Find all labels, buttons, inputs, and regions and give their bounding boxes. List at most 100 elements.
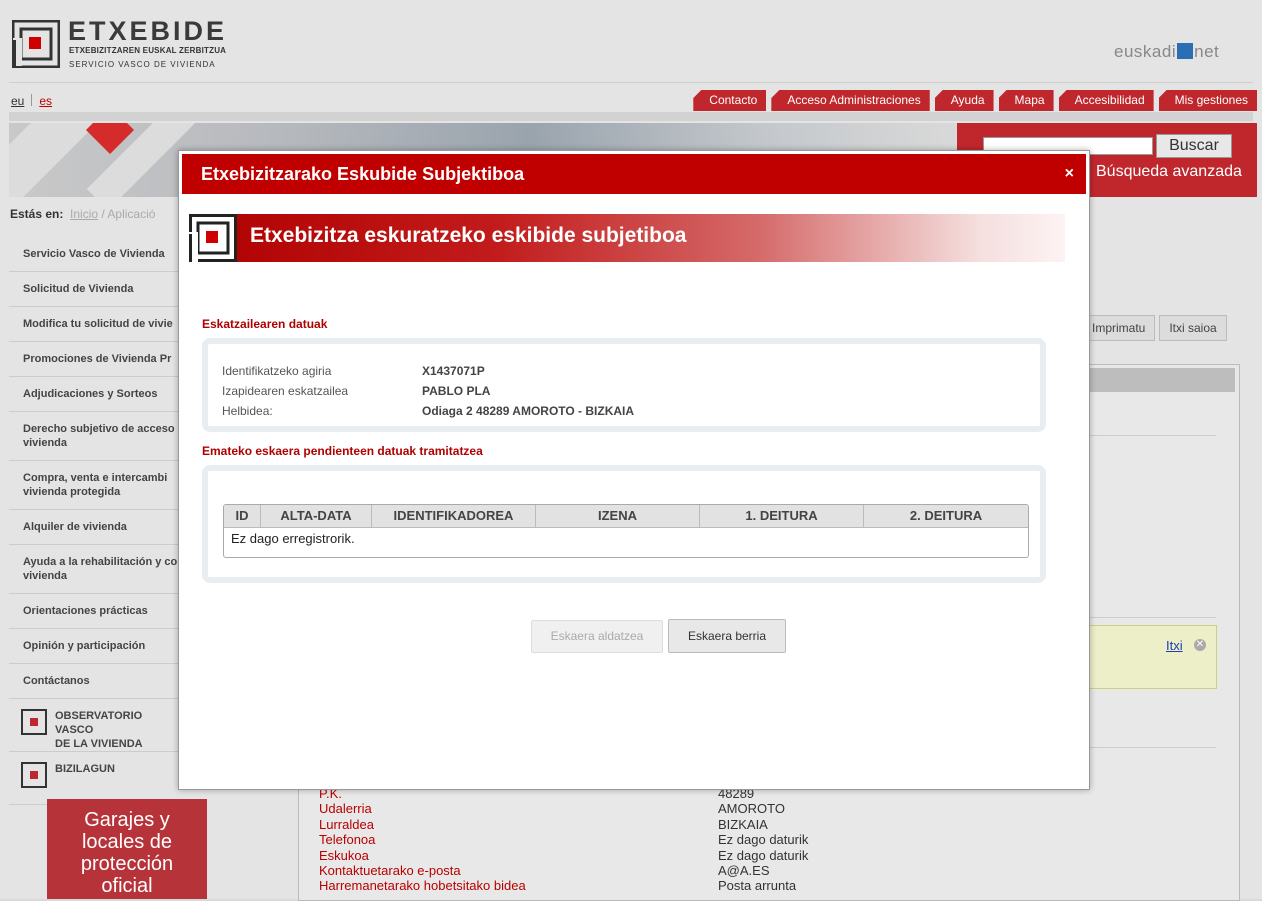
close-icon[interactable]: × [1065,154,1074,194]
nav-accesibilidad[interactable]: Accesibilidad [1058,90,1154,111]
nav-mapa[interactable]: Mapa [998,90,1054,111]
pending-requests-table: ID ALTA-DATA IDENTIFIKADOREA IZENA 1. DE… [223,504,1029,558]
note-close-link[interactable]: Itxi [1166,638,1183,653]
table-header: ID ALTA-DATA IDENTIFIKADOREA IZENA 1. DE… [224,505,1028,528]
sidenav-item-two-line[interactable]: Compra, venta e intercambi vivienda prote… [9,461,179,510]
new-request-button[interactable]: Eskaera berria [668,619,786,653]
sidenav-line: vivienda protegida [23,486,121,498]
nav-mis-gestiones[interactable]: Mis gestiones [1158,90,1257,111]
table-row: Lurraldea BIZKAIA [319,816,768,832]
content-divider [1089,747,1216,748]
nav-contacto[interactable]: Contacto [693,90,767,111]
lang-es-link[interactable]: es [39,94,52,108]
top-navigation: Contacto Acceso Administraciones Ayuda M… [693,90,1257,111]
print-buttons: Imprimatu Itxi saioa [1082,315,1227,341]
close-circle-icon[interactable]: ✕ [1194,639,1206,651]
logout-button[interactable]: Itxi saioa [1159,315,1227,341]
sidenav-item[interactable]: Adjudicaciones y Sorteos [9,377,179,412]
sidenav-item[interactable]: Alquiler de vivienda [9,510,179,545]
sidenav-item[interactable]: Servicio Vasco de Vivienda [9,237,179,272]
column-header[interactable]: ALTA-DATA [261,505,372,527]
content-header-bar [1089,368,1235,392]
header-band [9,112,1253,121]
sidenav-line: vivienda [23,437,68,449]
table-row: Kontaktuetarako e-posta A@A.ES [319,863,770,879]
sidenav-line: vivienda [23,570,68,582]
header-divider [9,82,1253,83]
table-empty-message: Ez dago erregistrorik. [231,531,355,546]
modal-dialog: Etxebizitzarako Eskubide Subjektiboa × E… [178,150,1090,790]
pending-panel: ID ALTA-DATA IDENTIFIKADOREA IZENA 1. DE… [202,465,1046,583]
lang-eu-link[interactable]: eu [11,94,24,108]
breadcrumb-home-link[interactable]: Inicio [70,207,98,221]
lang-separator [31,94,33,106]
sidenav-item[interactable]: Contáctanos [9,664,179,699]
field-value: Odiaga 2 48289 AMOROTO - BIZKAIA [422,404,635,418]
content-divider [1089,435,1216,436]
bizilagun-label: BIZILAGUN [55,763,115,775]
bizilagun-icon [21,762,47,788]
applicant-section-title: Eskatzailearen datuak [202,317,328,331]
field-value: X1437071P [422,364,485,378]
sidenav-item-two-line[interactable]: Ayuda a la rehabilitación y co vivienda [9,545,179,594]
column-header[interactable]: 2. DEITURA [864,505,1028,527]
table-row: Eskukoa Ez dago daturik [319,847,809,863]
side-navigation: Servicio Vasco de Vivienda Solicitud de … [9,237,179,805]
garajes-line: Garajes y [84,809,170,831]
logo-subtitle-eu: ETXEBIZITZAREN EUSKAL ZERBITZUA [69,46,227,55]
observatorio-link[interactable]: OBSERVATORIO VASCO DE LA VIVIENDA [9,699,179,752]
sidenav-item[interactable]: Solicitud de Vivienda [9,272,179,307]
garajes-line: locales de [81,831,173,853]
column-header[interactable]: 1. DEITURA [700,505,864,527]
breadcrumb-current: Aplicació [107,207,156,221]
garajes-line: oficial [101,875,153,897]
observatorio-label: OBSERVATORIO VASCO DE LA VIVIENDA [55,710,143,750]
pending-section-title: Emateko eskaera pendienteen datuak trami… [202,444,483,458]
etxebide-logo-icon [189,214,237,262]
euskadi-net-logo[interactable]: euskadi net [1114,42,1219,62]
sidenav-item-two-line[interactable]: Derecho subjetivo de acceso vivienda [9,412,179,461]
euskadi-text: euskadi [1114,42,1177,61]
language-switch: eu es [11,94,52,108]
sidenav-item[interactable]: Opinión y participación [9,629,179,664]
info-note: Itxi ✕ [1089,625,1217,689]
field-label: Helbidea: [222,404,273,418]
garajes-line: protección [80,853,174,875]
euskadi-n-icon [1177,43,1194,59]
nav-acceso-administraciones[interactable]: Acceso Administraciones [771,90,930,111]
etxebide-logo[interactable]: ETXEBIDE ETXEBIZITZAREN EUSKAL ZERBITZUA… [12,16,232,74]
garajes-banner[interactable]: Garajes y locales de protección oficial [47,799,207,899]
advanced-search-link[interactable]: Búsqueda avanzada [1096,163,1242,181]
breadcrumb: Estás en: Inicio / Aplicació [10,207,156,221]
content-divider [1089,617,1216,618]
observatorio-icon [21,709,47,735]
modify-request-button[interactable]: Eskaera aldatzea [531,620,663,653]
table-row: Udalerria AMOROTO [319,801,785,817]
nav-ayuda[interactable]: Ayuda [934,90,994,111]
sidenav-line: Ayuda a la rehabilitación y co [23,556,178,568]
modal-page-title: Etxebizitza eskuratzeko eskibide subjeti… [250,224,687,247]
field-value: PABLO PLA [422,384,491,398]
logo-title: ETXEBIDE [68,16,228,46]
modal-header-title: Etxebizitzarako Eskubide Subjektiboa [201,164,525,184]
bizilagun-link[interactable]: BIZILAGUN [9,752,179,805]
field-label: Izapidearen eskatzailea [222,384,349,398]
sidenav-item[interactable]: Promociones de Vivienda Pr [9,342,179,377]
sidenav-item[interactable]: Modifica tu solicitud de vivie [9,307,179,342]
print-button[interactable]: Imprimatu [1082,315,1156,341]
column-header[interactable]: IDENTIFIKADOREA [372,505,536,527]
modal-title-bar: Etxebizitza eskuratzeko eskibide subjeti… [189,214,1065,262]
modal-header: Etxebizitzarako Eskubide Subjektiboa × [182,154,1086,194]
table-row: Telefonoa Ez dago daturik [319,832,809,848]
sidenav-line: Compra, venta e intercambi [23,472,168,484]
net-text: net [1194,42,1220,61]
column-header[interactable]: ID [224,505,261,527]
field-label: Identifikatzeko agiria [222,364,332,378]
sidenav-item[interactable]: Orientaciones prácticas [9,594,179,629]
sidenav-line: Derecho subjetivo de acceso [23,423,175,435]
table-row: Harremanetarako hobetsitako bidea Posta a… [319,878,797,894]
contact-data-table: P.K. 48289 Udalerria AMOROTO Lurraldea BIZK… [319,786,808,894]
breadcrumb-label: Estás en: [10,207,64,221]
search-button[interactable]: Buscar [1156,134,1232,158]
column-header[interactable]: IZENA [536,505,700,527]
